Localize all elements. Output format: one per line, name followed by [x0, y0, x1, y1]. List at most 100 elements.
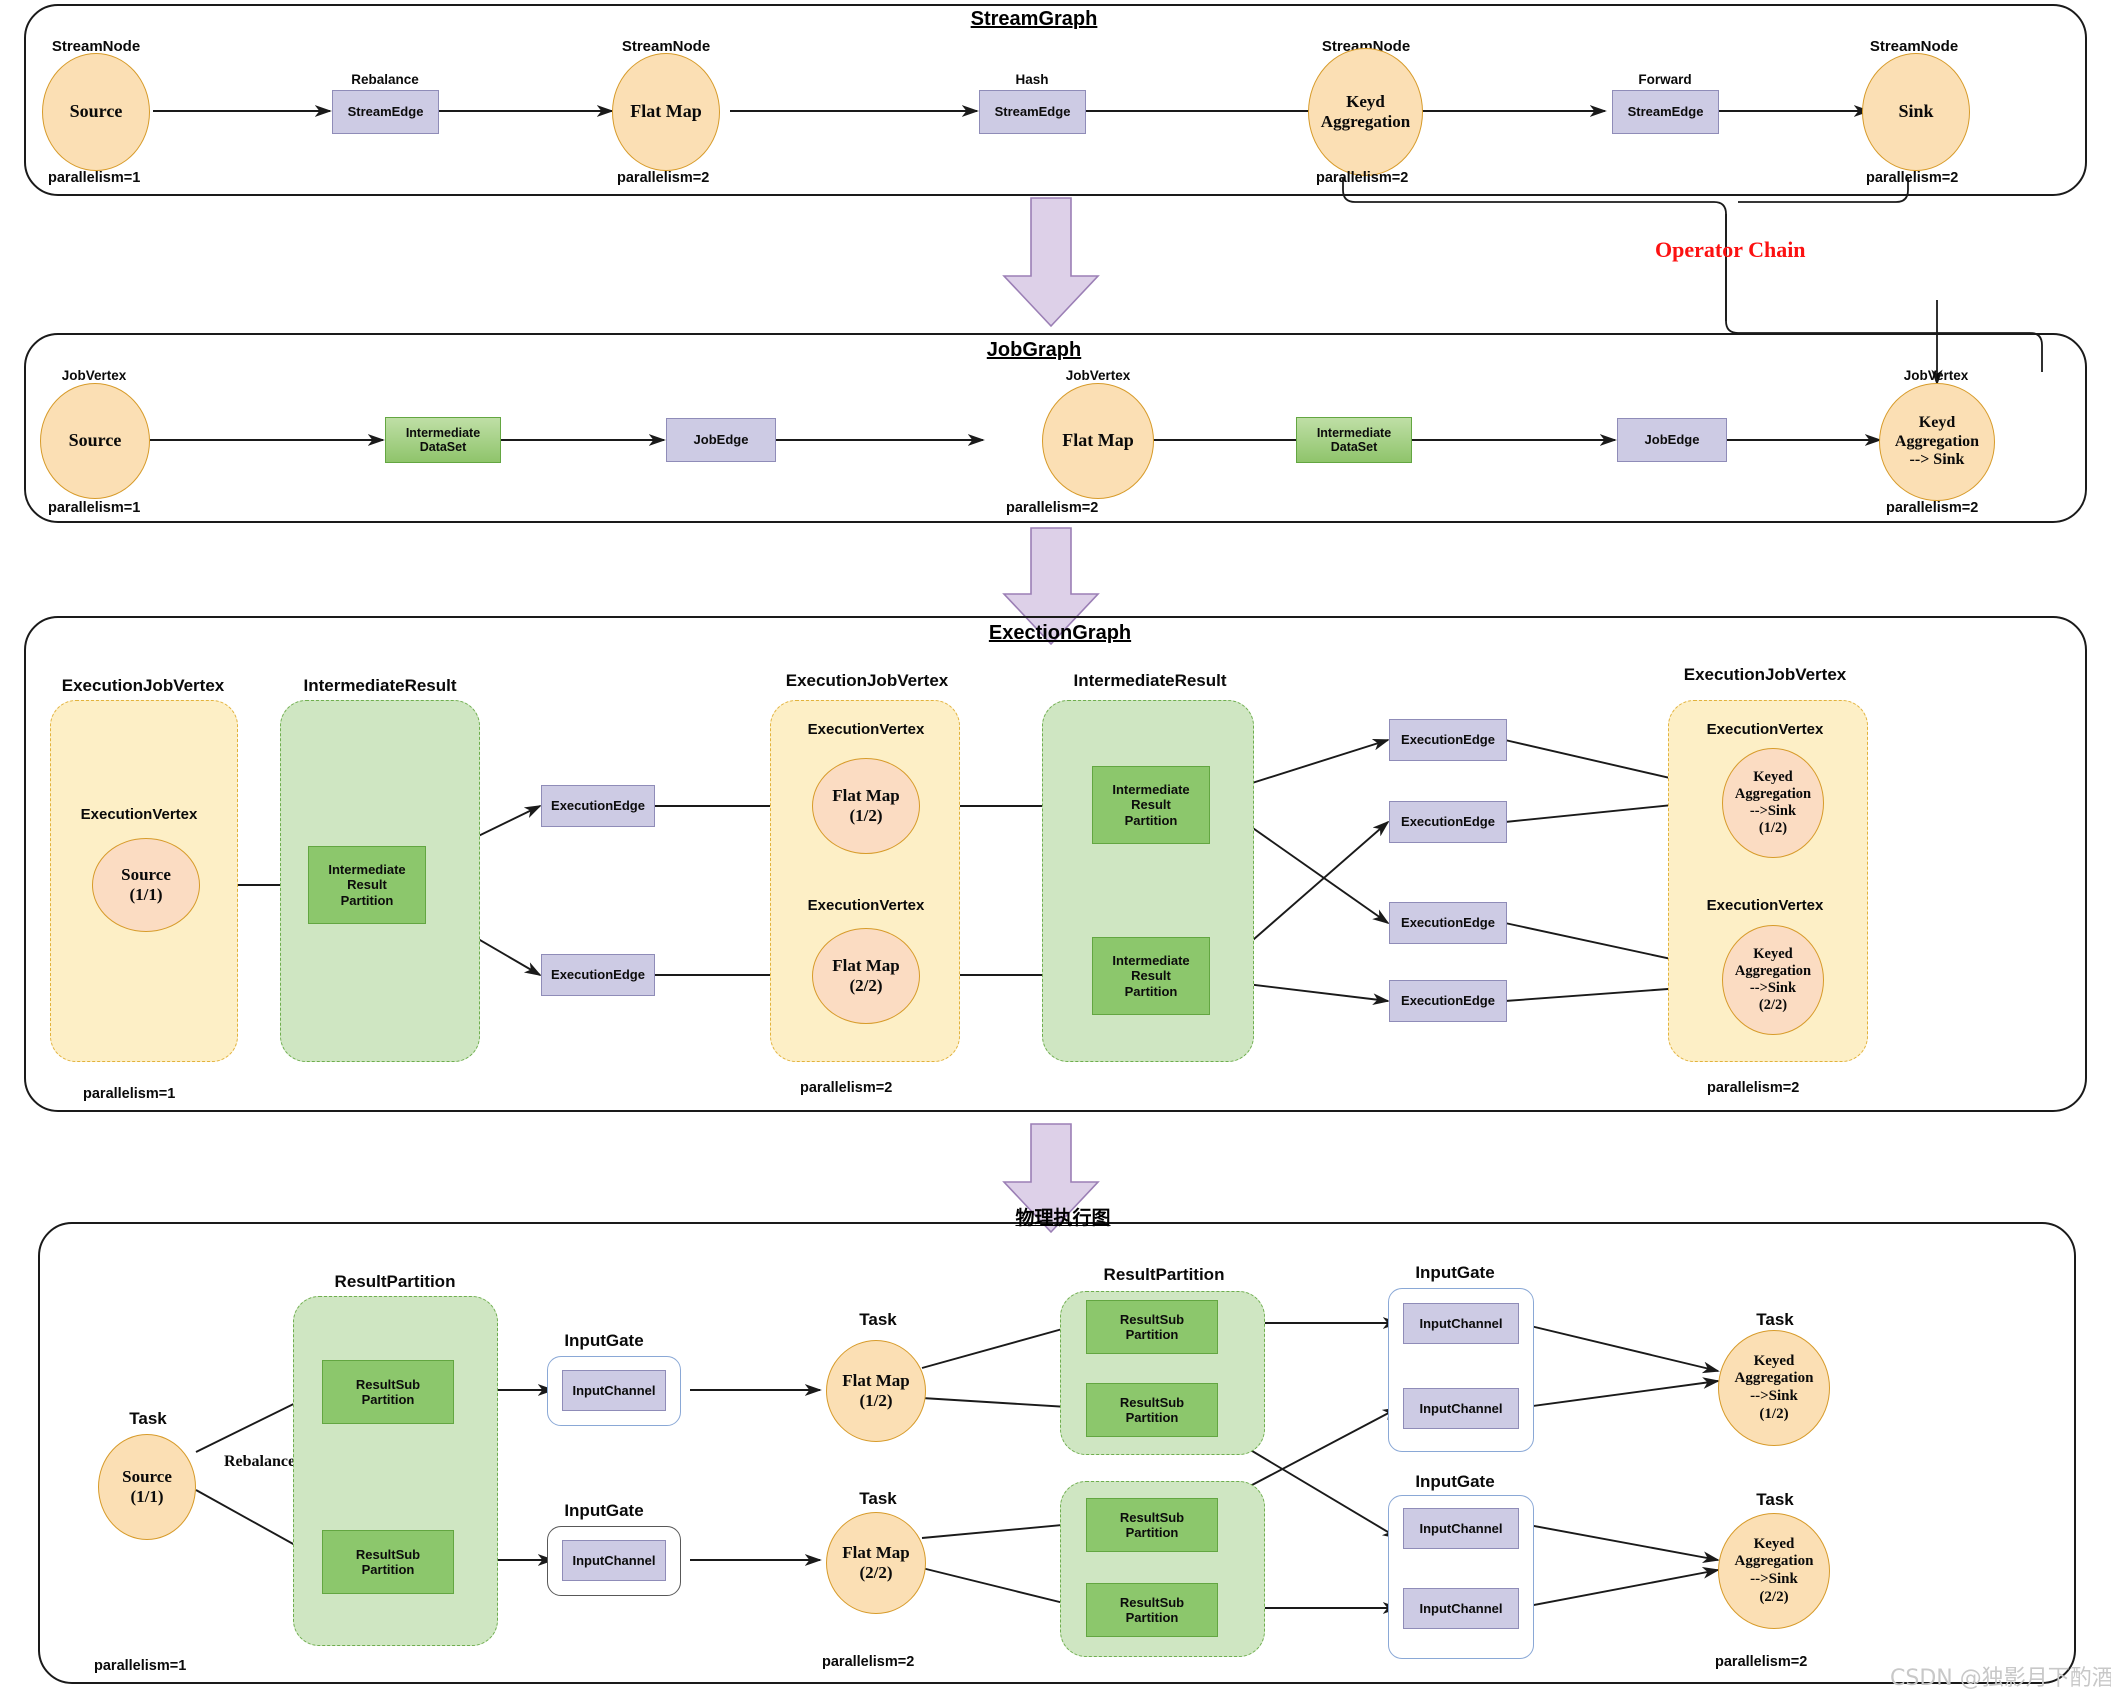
- input-channel-2-label: InputChannel: [572, 1552, 656, 1568]
- exec-parallelism-1: parallelism=1: [83, 1086, 176, 1102]
- phys-parallelism-2: parallelism=2: [822, 1654, 915, 1670]
- stream-node-flatmap[interactable]: Flat Map: [612, 53, 720, 171]
- task-keyed-aggregation-1[interactable]: Keyed Aggregation -->Sink (1/2): [1718, 1330, 1830, 1446]
- intermediate-result-caption-1: IntermediateResult: [303, 676, 457, 695]
- exec-vertex-caption-3: ExecutionVertex: [807, 897, 925, 914]
- input-channel-3[interactable]: InputChannel: [1403, 1303, 1519, 1344]
- execution-vertex-keyagg-2-label: Keyed Aggregation -->Sink (2/2): [1734, 945, 1812, 1014]
- stream-keyagg-parallelism: parallelism=2: [1316, 170, 1409, 186]
- input-gate-caption-1: InputGate: [564, 1331, 644, 1350]
- execution-vertex-source-label: Source (1/1): [121, 864, 171, 904]
- stream-node-flatmap-label: Flat Map: [630, 101, 702, 122]
- stream-node-keyed-aggregation[interactable]: Keyd Aggregation: [1308, 48, 1423, 176]
- exec-vertex-caption-2: ExecutionVertex: [807, 721, 925, 738]
- task-source-label: Source (1/1): [122, 1466, 172, 1506]
- input-channel-5-label: InputChannel: [1419, 1520, 1503, 1536]
- phys-parallelism-3: parallelism=2: [1715, 1654, 1808, 1670]
- task-flatmap-1[interactable]: Flat Map (1/2): [826, 1340, 926, 1442]
- job-edge-2[interactable]: JobEdge: [1617, 418, 1727, 462]
- task-flatmap-2-label: Flat Map (2/2): [842, 1542, 910, 1582]
- stream-edge-rebalance[interactable]: StreamEdge: [332, 90, 439, 134]
- rebalance-label: Rebalance: [224, 1453, 296, 1470]
- job-flatmap-parallelism: parallelism=2: [1006, 500, 1099, 516]
- result-sub-partition-2-label: ResultSub Partition: [355, 1546, 421, 1577]
- job-keyagg-parallelism: parallelism=2: [1886, 500, 1979, 516]
- stream-edge-hash-label: StreamEdge: [994, 104, 1071, 120]
- job-vertex-source[interactable]: Source: [40, 383, 150, 499]
- intermediate-dataset-1[interactable]: Intermediate DataSet: [385, 417, 501, 463]
- task-caption-keyagg-2: Task: [1756, 1490, 1794, 1509]
- diagram-canvas: StreamGraph StreamNode Source parallelis…: [0, 0, 2111, 1705]
- execution-edge-3-label: ExecutionEdge: [1401, 732, 1495, 748]
- input-gate-caption-3: InputGate: [1415, 1263, 1495, 1282]
- result-sub-partition-4[interactable]: ResultSub Partition: [1086, 1383, 1218, 1437]
- jobvertex-caption-keyagg: JobVertex: [1903, 368, 1969, 383]
- result-sub-partition-2[interactable]: ResultSub Partition: [322, 1530, 454, 1594]
- intermediate-dataset-2[interactable]: Intermediate DataSet: [1296, 417, 1412, 463]
- input-channel-4[interactable]: InputChannel: [1403, 1388, 1519, 1429]
- result-sub-partition-4-label: ResultSub Partition: [1119, 1394, 1185, 1425]
- execution-vertex-flatmap-2[interactable]: Flat Map (2/2): [812, 928, 920, 1024]
- execution-vertex-keyagg-2[interactable]: Keyed Aggregation -->Sink (2/2): [1722, 925, 1824, 1035]
- intermediate-result-partition-2[interactable]: Intermediate Result Partition: [1092, 766, 1210, 844]
- result-sub-partition-3[interactable]: ResultSub Partition: [1086, 1300, 1218, 1354]
- job-vertex-keyed-aggregation[interactable]: Keyd Aggregation --> Sink: [1879, 383, 1995, 501]
- result-sub-partition-6[interactable]: ResultSub Partition: [1086, 1583, 1218, 1637]
- intermediate-result-partition-3[interactable]: Intermediate Result Partition: [1092, 937, 1210, 1015]
- result-sub-partition-1[interactable]: ResultSub Partition: [322, 1360, 454, 1424]
- result-sub-partition-5[interactable]: ResultSub Partition: [1086, 1498, 1218, 1552]
- exec-jobvertex-caption-3: ExecutionJobVertex: [1683, 665, 1847, 684]
- stream-node-sink[interactable]: Sink: [1862, 53, 1970, 171]
- stream-graph-title: StreamGraph: [970, 8, 1098, 30]
- stream-node-keyed-aggregation-label: Keyd Aggregation: [1320, 91, 1411, 131]
- execution-edge-1-label: ExecutionEdge: [551, 798, 645, 814]
- input-channel-5[interactable]: InputChannel: [1403, 1508, 1519, 1549]
- execution-edge-5[interactable]: ExecutionEdge: [1389, 902, 1507, 944]
- execution-edge-4-label: ExecutionEdge: [1401, 814, 1495, 830]
- execution-vertex-flatmap-1[interactable]: Flat Map (1/2): [812, 758, 920, 854]
- task-caption-flatmap-1: Task: [859, 1310, 897, 1329]
- task-flatmap-1-label: Flat Map (1/2): [842, 1370, 910, 1410]
- input-channel-1[interactable]: InputChannel: [562, 1370, 666, 1411]
- execution-edge-5-label: ExecutionEdge: [1401, 915, 1495, 931]
- intermediate-dataset-1-label: Intermediate DataSet: [405, 425, 481, 455]
- job-vertex-flatmap[interactable]: Flat Map: [1042, 383, 1154, 499]
- task-source[interactable]: Source (1/1): [98, 1434, 196, 1540]
- execution-edge-2[interactable]: ExecutionEdge: [541, 954, 655, 996]
- task-keyed-aggregation-2[interactable]: Keyed Aggregation -->Sink (2/2): [1718, 1513, 1830, 1629]
- job-edge-1-label: JobEdge: [693, 432, 749, 448]
- stream-edge-caption-rebalance: Rebalance: [351, 72, 419, 87]
- execution-edge-4[interactable]: ExecutionEdge: [1389, 801, 1507, 843]
- job-edge-1[interactable]: JobEdge: [666, 418, 776, 462]
- stream-node-source[interactable]: Source: [42, 53, 150, 171]
- result-sub-partition-3-label: ResultSub Partition: [1119, 1311, 1185, 1342]
- task-caption-flatmap-2: Task: [859, 1489, 897, 1508]
- result-sub-partition-6-label: ResultSub Partition: [1119, 1594, 1185, 1625]
- intermediate-result-partition-1[interactable]: Intermediate Result Partition: [308, 846, 426, 924]
- input-gate-caption-2: InputGate: [564, 1501, 644, 1520]
- intermediate-result-caption-2: IntermediateResult: [1073, 671, 1227, 690]
- stream-edge-caption-hash: Hash: [1015, 72, 1049, 87]
- execution-edge-1[interactable]: ExecutionEdge: [541, 785, 655, 827]
- execution-vertex-keyagg-1[interactable]: Keyed Aggregation -->Sink (1/2): [1722, 748, 1824, 858]
- stream-edge-rebalance-label: StreamEdge: [347, 104, 424, 120]
- execution-vertex-source[interactable]: Source (1/1): [92, 838, 200, 932]
- execution-graph-title: ExectionGraph: [988, 622, 1132, 644]
- input-channel-3-label: InputChannel: [1419, 1315, 1503, 1331]
- intermediate-result-partition-3-label: Intermediate Result Partition: [1112, 953, 1190, 999]
- execution-edge-2-label: ExecutionEdge: [551, 967, 645, 983]
- input-channel-6[interactable]: InputChannel: [1403, 1588, 1519, 1629]
- stream-edge-caption-forward: Forward: [1638, 72, 1692, 87]
- execution-edge-3[interactable]: ExecutionEdge: [1389, 719, 1507, 761]
- stream-edge-hash[interactable]: StreamEdge: [979, 90, 1086, 134]
- job-source-parallelism: parallelism=1: [48, 500, 141, 516]
- task-flatmap-2[interactable]: Flat Map (2/2): [826, 1512, 926, 1614]
- job-vertex-flatmap-label: Flat Map: [1062, 430, 1134, 451]
- stream-sink-parallelism: parallelism=2: [1866, 170, 1959, 186]
- physical-graph-title: 物理执行图: [1015, 1207, 1111, 1229]
- task-keyed-aggregation-1-label: Keyed Aggregation -->Sink (1/2): [1734, 1352, 1814, 1422]
- result-partition-caption-1: ResultPartition: [334, 1272, 456, 1291]
- execution-edge-6[interactable]: ExecutionEdge: [1389, 980, 1507, 1022]
- stream-edge-forward[interactable]: StreamEdge: [1612, 90, 1719, 134]
- input-channel-2[interactable]: InputChannel: [562, 1540, 666, 1581]
